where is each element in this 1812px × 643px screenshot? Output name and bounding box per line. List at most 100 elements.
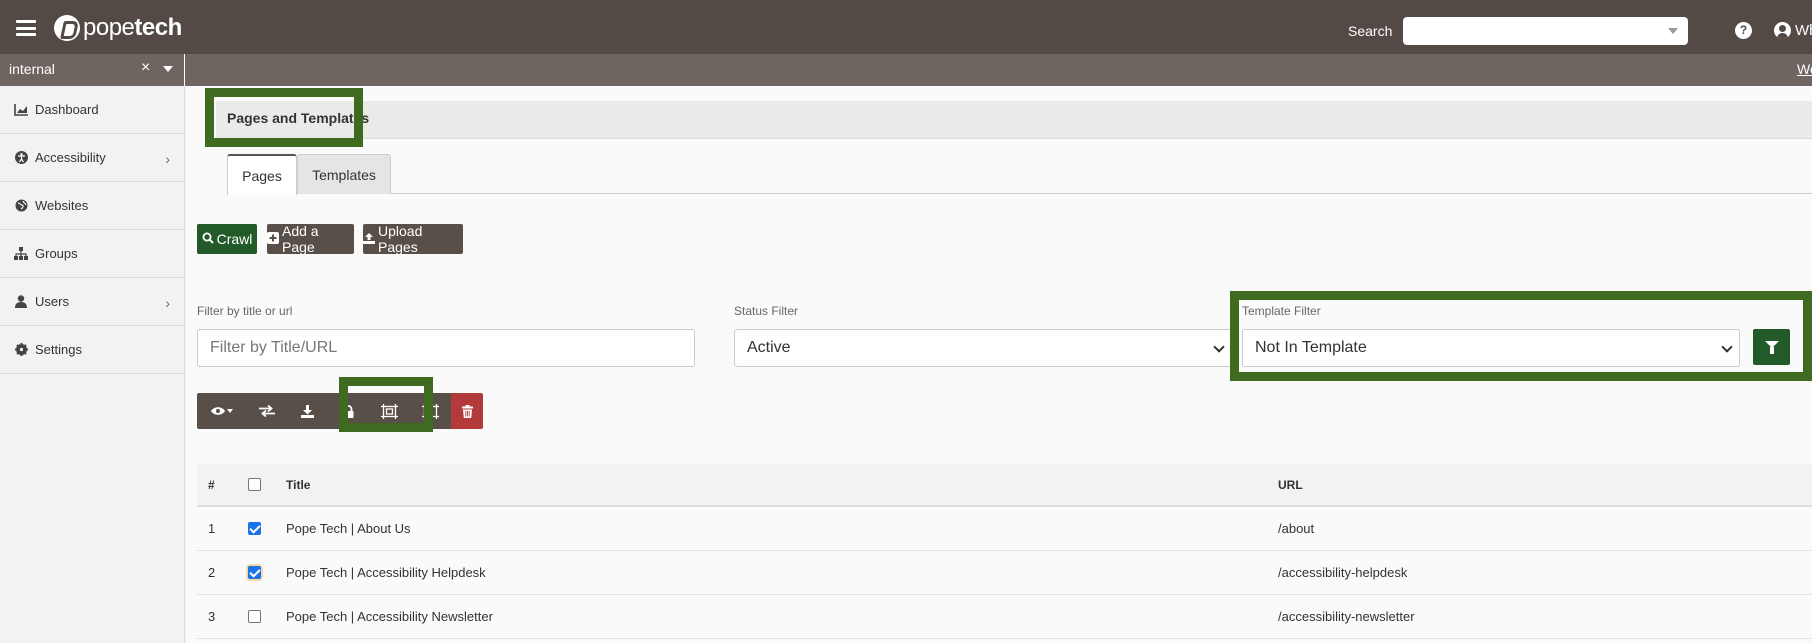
globe-icon <box>14 199 28 213</box>
bulk-action-toolbar <box>197 393 483 429</box>
swap-button[interactable] <box>246 393 287 429</box>
chevron-down-icon <box>1721 341 1733 353</box>
template-filter-value: Not In Template <box>1255 339 1367 356</box>
swap-arrows-icon <box>258 405 275 417</box>
upload-pages-button[interactable]: Upload Pages <box>363 223 463 255</box>
sidebar-item-dashboard[interactable]: Dashboard <box>0 86 184 134</box>
search-icon <box>202 232 214 247</box>
sidebar-item-settings[interactable]: Settings <box>0 326 184 374</box>
crawl-button[interactable]: Crawl <box>197 224 257 254</box>
column-header-url[interactable]: URL <box>1278 464 1303 505</box>
eye-icon <box>210 407 233 415</box>
upload-pages-label: Upload Pages <box>378 223 423 255</box>
logo-text: popetech <box>83 14 182 41</box>
subbar-link[interactable]: We <box>1797 61 1812 77</box>
pages-table: # Title URL 1 Pope Tech | About Us /abou… <box>197 464 1812 639</box>
sidebar-item-label: Accessibility <box>35 150 106 165</box>
select-all-cell <box>248 464 261 505</box>
search-select[interactable] <box>1403 17 1688 45</box>
status-filter-value: Active <box>747 339 791 356</box>
account-value: internal <box>9 61 55 77</box>
download-icon <box>301 404 314 418</box>
row-url: /accessibility-newsletter <box>1278 609 1415 624</box>
template-add-icon <box>381 403 398 419</box>
user-icon <box>14 295 28 309</box>
chevron-right-icon: › <box>165 295 170 311</box>
user-name[interactable]: Wh <box>1795 22 1812 39</box>
chevron-down-icon[interactable] <box>163 66 173 72</box>
trash-icon <box>461 404 473 418</box>
row-checkbox[interactable] <box>248 610 261 623</box>
plus-square-icon <box>267 231 279 247</box>
sidebar: Dashboard Accessibility › Websites Group… <box>0 86 185 643</box>
tab-templates[interactable]: Templates <box>297 154 391 194</box>
delete-button[interactable] <box>451 393 483 429</box>
sidebar-item-groups[interactable]: Groups <box>0 230 184 278</box>
help-icon[interactable]: ? <box>1735 22 1752 39</box>
crawl-label: Crawl <box>216 231 253 247</box>
main-content: Pages and Templates Pages Templates Craw… <box>186 86 1812 643</box>
page-header <box>216 101 1812 139</box>
row-checkbox-cell <box>248 595 261 638</box>
sidebar-item-label: Groups <box>35 246 78 261</box>
top-navbar: popetech Search ? Wh <box>0 0 1812 54</box>
lock-button[interactable] <box>328 393 369 429</box>
status-filter-select[interactable]: Active <box>734 329 1232 367</box>
row-checkbox-cell <box>248 551 261 594</box>
hamburger-menu-icon[interactable] <box>16 20 36 36</box>
template-remove-icon <box>422 403 439 419</box>
row-number: 1 <box>208 521 216 536</box>
view-dropdown-button[interactable] <box>197 393 246 429</box>
apply-filter-button[interactable] <box>1753 329 1790 365</box>
row-checkbox[interactable] <box>248 522 261 535</box>
sidebar-item-accessibility[interactable]: Accessibility › <box>0 134 184 182</box>
sidebar-item-websites[interactable]: Websites <box>0 182 184 230</box>
row-url: /accessibility-helpdesk <box>1278 565 1408 580</box>
clear-icon[interactable]: × <box>141 59 150 77</box>
title-filter-input[interactable]: Filter by Title/URL <box>197 329 695 367</box>
table-row: 1 Pope Tech | About Us /about <box>197 507 1812 551</box>
chevron-right-icon: › <box>165 151 170 167</box>
chevron-down-icon <box>1668 28 1678 34</box>
tab-pages[interactable]: Pages <box>227 154 297 195</box>
search-label: Search <box>1348 23 1393 39</box>
sidebar-item-label: Websites <box>35 198 89 213</box>
table-row: 3 Pope Tech | Accessibility Newsletter /… <box>197 595 1812 639</box>
table-row: 2 Pope Tech | Accessibility Helpdesk /ac… <box>197 551 1812 595</box>
template-filter-select[interactable]: Not In Template <box>1242 329 1740 367</box>
row-url: /about <box>1278 521 1315 536</box>
remove-from-template-button[interactable] <box>410 393 451 429</box>
row-checkbox[interactable] <box>248 566 261 579</box>
account-select[interactable]: internal × <box>0 54 185 86</box>
upload-icon <box>363 232 375 247</box>
row-number: 2 <box>208 565 216 580</box>
select-all-checkbox[interactable] <box>248 478 261 491</box>
sidebar-item-label: Users <box>35 294 69 309</box>
lock-icon <box>343 404 354 418</box>
add-page-button[interactable]: Add a Page <box>267 223 354 255</box>
column-header-title[interactable]: Title <box>286 464 310 505</box>
user-icon[interactable] <box>1774 22 1791 39</box>
row-number: 3 <box>208 609 216 624</box>
row-checkbox-cell <box>248 507 261 550</box>
title-filter-label: Filter by title or url <box>197 304 293 318</box>
sidebar-item-label: Settings <box>35 342 82 357</box>
gear-icon <box>14 343 28 357</box>
account-bar: internal × We <box>0 54 1812 86</box>
row-title: Pope Tech | About Us <box>286 521 411 536</box>
sidebar-item-label: Dashboard <box>35 102 99 117</box>
tab-bar: Pages Templates <box>227 154 1812 195</box>
status-filter-label: Status Filter <box>734 304 799 318</box>
column-header-number: # <box>208 477 215 492</box>
row-title: Pope Tech | Accessibility Helpdesk <box>286 565 486 580</box>
table-header-row: # Title URL <box>197 464 1812 507</box>
page-title: Pages and Templates <box>227 110 370 126</box>
add-page-label: Add a Page <box>282 223 319 255</box>
sidebar-item-users[interactable]: Users › <box>0 278 184 326</box>
row-title: Pope Tech | Accessibility Newsletter <box>286 609 493 624</box>
download-button[interactable] <box>287 393 328 429</box>
add-to-template-button[interactable] <box>369 393 410 429</box>
logo[interactable]: popetech <box>54 14 182 42</box>
template-filter-label: Template Filter <box>1242 304 1321 318</box>
logo-mark-icon <box>54 15 80 41</box>
